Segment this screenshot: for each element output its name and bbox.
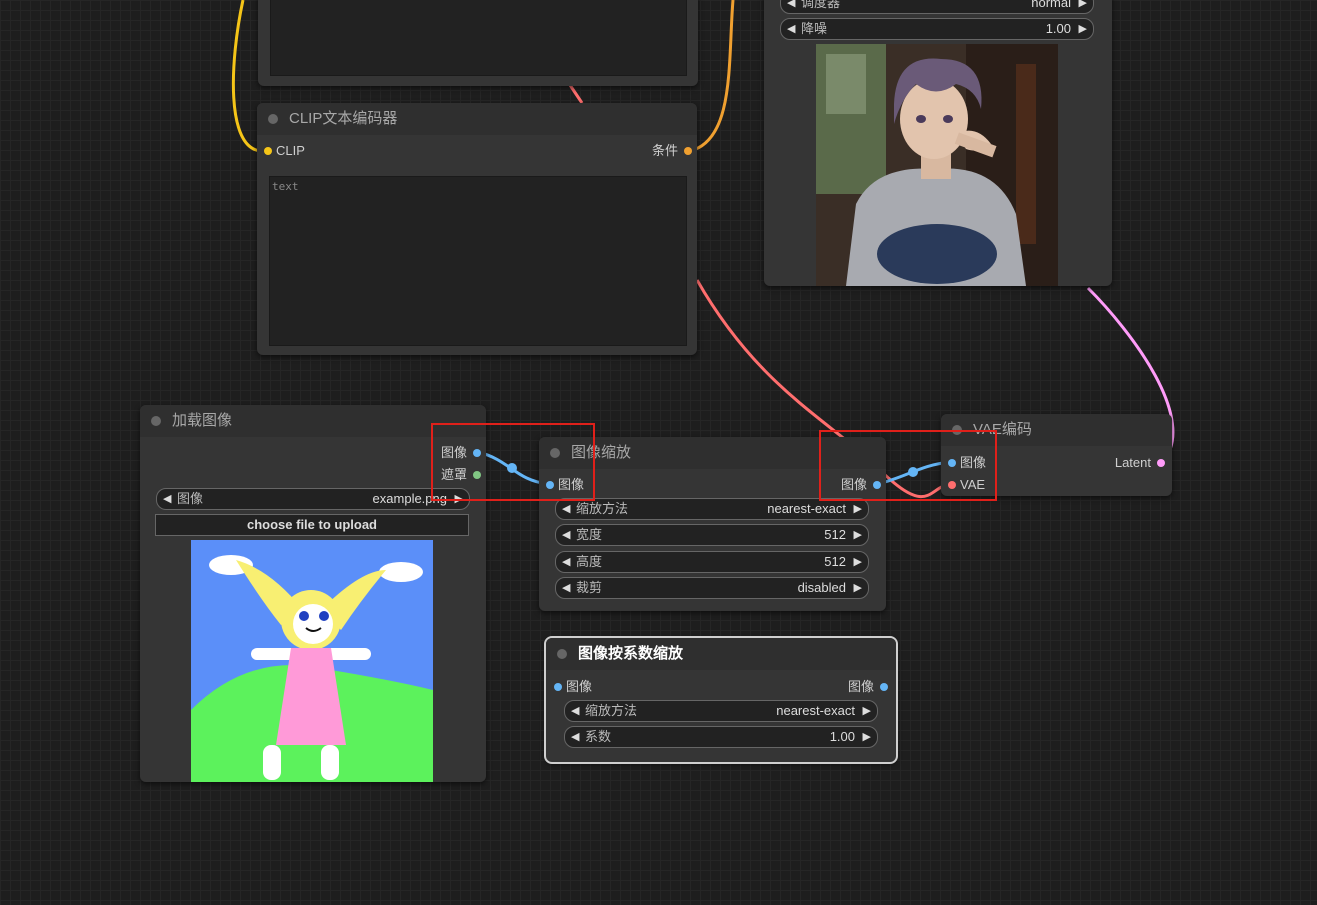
decrement-arrow-icon[interactable]: ◀ bbox=[562, 525, 570, 545]
increment-arrow-icon[interactable]: ▶ bbox=[1079, 0, 1087, 13]
increment-arrow-icon[interactable]: ▶ bbox=[863, 727, 871, 747]
image-scale-by-title[interactable]: 图像按系数缩放 bbox=[546, 638, 896, 670]
scheduler-widget[interactable]: ◀ 调度器 normal ▶ bbox=[780, 0, 1094, 14]
width-widget[interactable]: ◀ 宽度 512 ▶ bbox=[555, 524, 869, 546]
image-scale-by-node[interactable]: 图像按系数缩放 图像 图像 ◀ 缩放方法 nearest-exact ▶ ◀ 系… bbox=[546, 638, 896, 762]
upscale-method-widget[interactable]: ◀ 缩放方法 nearest-exact ▶ bbox=[555, 498, 869, 520]
image-input-slot[interactable]: 图像 bbox=[554, 679, 592, 695]
increment-arrow-icon[interactable]: ▶ bbox=[854, 499, 862, 519]
increment-arrow-icon[interactable]: ▶ bbox=[1079, 19, 1087, 39]
sampler-node-partial[interactable]: ◀ 调度器 normal ▶ ◀ 降噪 1.00 ▶ bbox=[764, 0, 1112, 286]
top-node-partial[interactable] bbox=[258, 0, 698, 86]
increment-arrow-icon[interactable]: ▶ bbox=[863, 701, 871, 721]
decrement-arrow-icon[interactable]: ◀ bbox=[562, 499, 570, 519]
increment-arrow-icon[interactable]: ▶ bbox=[854, 552, 862, 572]
upscale-method-widget[interactable]: ◀ 缩放方法 nearest-exact ▶ bbox=[564, 700, 878, 722]
wire-vae-top bbox=[568, 84, 584, 104]
clip-node-title[interactable]: CLIP文本编码器 bbox=[257, 103, 697, 135]
decrement-arrow-icon[interactable]: ◀ bbox=[787, 19, 795, 39]
decrement-arrow-icon[interactable]: ◀ bbox=[571, 727, 579, 747]
anime-boy-preview-image bbox=[816, 44, 1058, 286]
clip-text-encode-node[interactable]: CLIP文本编码器 CLIP 条件 text bbox=[257, 103, 697, 355]
scale-factor-widget[interactable]: ◀ 系数 1.00 ▶ bbox=[564, 726, 878, 748]
highlight-box-right bbox=[819, 430, 997, 501]
upload-button[interactable]: choose file to upload bbox=[155, 514, 469, 536]
collapse-dot[interactable] bbox=[268, 114, 278, 124]
collapse-dot[interactable] bbox=[151, 416, 161, 426]
decrement-arrow-icon[interactable]: ◀ bbox=[571, 701, 579, 721]
collapse-dot[interactable] bbox=[557, 649, 567, 659]
increment-arrow-icon[interactable]: ▶ bbox=[854, 525, 862, 545]
height-widget[interactable]: ◀ 高度 512 ▶ bbox=[555, 551, 869, 573]
decrement-arrow-icon[interactable]: ◀ bbox=[787, 0, 795, 13]
image-select-widget[interactable]: ◀ 图像 example.png ▶ bbox=[156, 488, 470, 510]
image-output-slot[interactable]: 图像 bbox=[848, 679, 888, 695]
top-node-textarea[interactable] bbox=[270, 0, 687, 76]
prompt-textarea[interactable]: text bbox=[269, 176, 687, 346]
highlight-box-left bbox=[431, 423, 595, 501]
decrement-arrow-icon[interactable]: ◀ bbox=[562, 578, 570, 598]
child-drawing-preview-image bbox=[191, 540, 433, 782]
increment-arrow-icon[interactable]: ▶ bbox=[854, 578, 862, 598]
decrement-arrow-icon[interactable]: ◀ bbox=[163, 489, 171, 509]
conditioning-output-slot[interactable]: 条件 bbox=[652, 143, 692, 159]
crop-widget[interactable]: ◀ 裁剪 disabled ▶ bbox=[555, 577, 869, 599]
denoise-widget[interactable]: ◀ 降噪 1.00 ▶ bbox=[780, 18, 1094, 40]
latent-output-slot[interactable]: Latent bbox=[1115, 455, 1165, 471]
decrement-arrow-icon[interactable]: ◀ bbox=[562, 552, 570, 572]
clip-input-slot[interactable]: CLIP bbox=[264, 143, 305, 159]
